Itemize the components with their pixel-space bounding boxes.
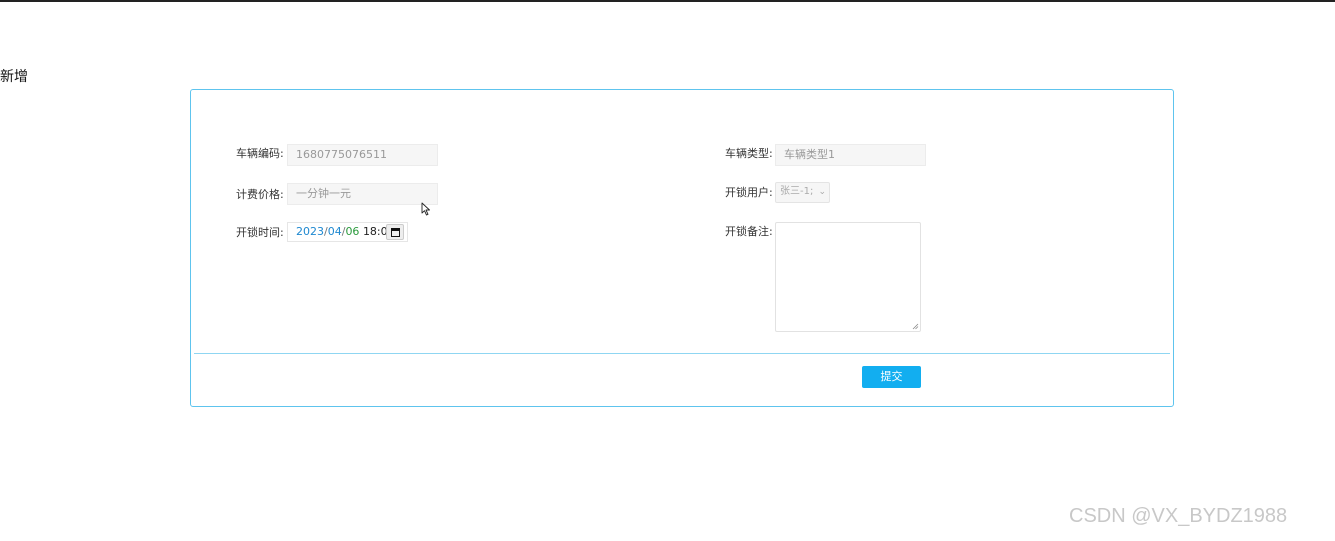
date-month: 04 [327, 225, 342, 238]
edit-form: 车辆编码: 1680775076511 计费价格: 一分钟一元 开锁时间: 20… [190, 89, 1174, 407]
unlock-note-label: 开锁备注: [725, 225, 773, 238]
date-day: 06 [345, 225, 360, 238]
vehicle-type-label: 车辆类型: [725, 147, 773, 160]
chevron-down-icon: ⌄ [818, 187, 826, 197]
submit-button[interactable]: 提交 [862, 366, 921, 388]
vehicle-code-field[interactable]: 1680775076511 [287, 144, 438, 166]
unlock-time-label: 开锁时间: [236, 226, 284, 239]
unlock-note-textarea[interactable] [775, 222, 921, 332]
mouse-pointer-icon [421, 202, 430, 216]
date-year: 2023 [296, 225, 324, 238]
vehicle-code-label: 车辆编码: [236, 147, 284, 160]
vehicle-type-field[interactable]: 车辆类型1 [775, 144, 926, 166]
price-field[interactable]: 一分钟一元 [287, 183, 438, 205]
top-border [0, 0, 1335, 2]
watermark: CSDN @VX_BYDZ1988 [1069, 505, 1288, 527]
page-title: 新增 [0, 69, 28, 85]
price-label: 计费价格: [236, 188, 284, 201]
unlock-user-label: 开锁用户: [725, 186, 773, 199]
unlock-user-selected-value: 张三-1; [780, 186, 814, 197]
form-divider [194, 353, 1170, 354]
unlock-user-select[interactable]: 张三-1; ⌄ [775, 182, 830, 203]
calendar-icon [391, 228, 400, 237]
calendar-picker-button[interactable] [386, 224, 404, 240]
resize-grip-icon[interactable] [912, 323, 919, 330]
unlock-time-input[interactable]: 2023/04/06 18:00 [287, 222, 408, 242]
